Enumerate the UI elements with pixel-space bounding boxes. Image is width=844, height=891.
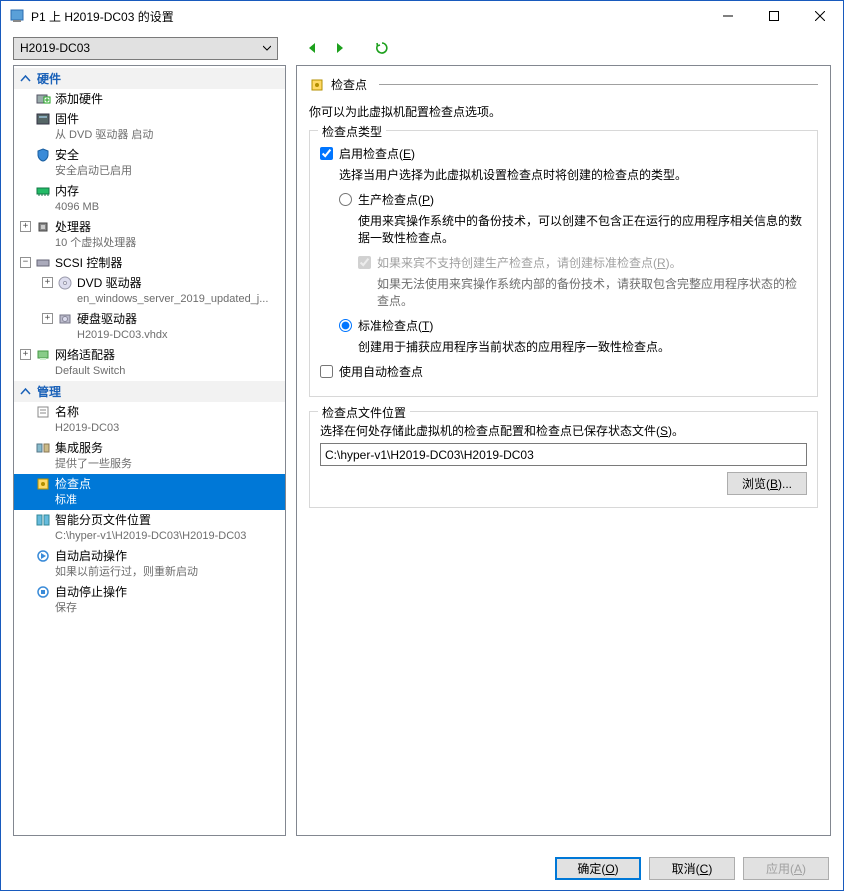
auto-checkpoint-label: 使用自动检查点 <box>339 363 423 380</box>
cancel-button[interactable]: 取消(C) <box>649 857 735 880</box>
standard-checkpoint-radio[interactable] <box>339 319 352 332</box>
expand-toggle[interactable]: + <box>20 349 31 360</box>
checkpoint-icon <box>309 77 325 93</box>
name-icon <box>35 404 51 420</box>
pane-header: 检查点 <box>309 76 818 93</box>
window-title: P1 上 H2019-DC03 的设置 <box>31 8 705 25</box>
chevron-up-icon <box>20 386 31 397</box>
sidebar-header-hardware[interactable]: 硬件 <box>14 68 285 89</box>
cpu-icon <box>35 219 51 235</box>
memory-icon <box>35 183 51 199</box>
standard-checkpoint-label: 标准检查点(T) <box>358 317 433 334</box>
production-desc: 使用来宾操作系统中的备份技术，可以创建不包含正在运行的应用程序相关信息的数据一致… <box>358 212 807 246</box>
expand-toggle[interactable]: + <box>20 221 31 232</box>
sidebar-item-memory[interactable]: 内存4096 MB <box>14 181 285 217</box>
add-hardware-icon <box>35 91 51 107</box>
enable-checkpoints-checkbox[interactable] <box>320 147 333 160</box>
cancel-label: 取消(C) <box>672 860 713 877</box>
expand-toggle[interactable]: + <box>42 277 53 288</box>
chevron-up-icon <box>20 73 31 84</box>
sidebar-item-checkpoints[interactable]: 检查点标准 <box>14 474 285 510</box>
refresh-button[interactable] <box>372 38 392 58</box>
hdd-icon <box>57 311 73 327</box>
vm-selector[interactable]: H2019-DC03 <box>13 37 278 60</box>
auto-checkpoint-row[interactable]: 使用自动检查点 <box>320 363 807 380</box>
expand-toggle[interactable]: − <box>20 257 31 268</box>
chevron-down-icon <box>263 41 271 55</box>
sidebar-item-integration[interactable]: 集成服务提供了一些服务 <box>14 438 285 474</box>
nav-back-button[interactable] <box>302 38 322 58</box>
sidebar-item-security[interactable]: 安全安全启动已启用 <box>14 145 285 181</box>
content-area: 硬件 添加硬件 固件从 DVD 驱动器 启动 安全安全启动已启用 内存4096 … <box>1 65 843 846</box>
fallback-desc: 如果无法使用来宾操作系统内部的备份技术，请获取包含完整应用程序状态的检查点。 <box>377 275 807 309</box>
close-button[interactable] <box>797 1 843 31</box>
checkpoint-location-group: 检查点文件位置 选择在何处存储此虚拟机的检查点配置和检查点已保存状态文件(S)。… <box>309 411 818 508</box>
sidebar-item-dvd[interactable]: + DVD 驱动器en_windows_server_2019_updated_… <box>14 273 285 309</box>
apply-button: 应用(A) <box>743 857 829 880</box>
ok-button[interactable]: 确定(O) <box>555 857 641 880</box>
standard-radio-row[interactable]: 标准检查点(T) <box>339 317 807 334</box>
pane-intro: 你可以为此虚拟机配置检查点选项。 <box>309 103 818 120</box>
ok-label: 确定(O) <box>577 860 618 877</box>
autostart-icon <box>35 548 51 564</box>
paging-icon <box>35 512 51 528</box>
auto-checkpoint-checkbox[interactable] <box>320 365 333 378</box>
nav-forward-button[interactable] <box>330 38 350 58</box>
sidebar-item-firmware[interactable]: 固件从 DVD 驱动器 启动 <box>14 109 285 145</box>
checkpoint-icon <box>35 476 51 492</box>
fallback-checkbox-row: 如果来宾不支持创建生产检查点，请创建标准检查点(R)。 <box>358 254 807 271</box>
pane-title: 检查点 <box>331 76 367 93</box>
fallback-label: 如果来宾不支持创建生产检查点，请创建标准检查点(R)。 <box>377 254 682 271</box>
enable-checkpoints-label: 启用检查点(E) <box>339 145 415 162</box>
group-title: 检查点类型 <box>318 123 386 140</box>
standard-desc: 创建用于捕获应用程序当前状态的应用程序一致性检查点。 <box>358 338 807 355</box>
sidebar-header-management[interactable]: 管理 <box>14 381 285 402</box>
expand-toggle[interactable]: + <box>42 313 53 324</box>
disc-icon <box>57 275 73 291</box>
settings-sidebar[interactable]: 硬件 添加硬件 固件从 DVD 驱动器 启动 安全安全启动已启用 内存4096 … <box>13 65 286 836</box>
production-checkpoint-label: 生产检查点(P) <box>358 191 434 208</box>
title-bar: P1 上 H2019-DC03 的设置 <box>1 1 843 31</box>
enable-checkpoints-row[interactable]: 启用检查点(E) <box>320 145 807 162</box>
location-desc: 选择在何处存储此虚拟机的检查点配置和检查点已保存状态文件(S)。 <box>320 422 807 439</box>
autostop-icon <box>35 584 51 600</box>
sidebar-item-paging[interactable]: 智能分页文件位置C:\hyper-v1\H2019-DC03\H2019-DC0… <box>14 510 285 546</box>
production-checkpoint-radio[interactable] <box>339 193 352 206</box>
sidebar-item-processor[interactable]: + 处理器10 个虚拟处理器 <box>14 217 285 253</box>
shield-icon <box>35 147 51 163</box>
production-radio-row[interactable]: 生产检查点(P) <box>339 191 807 208</box>
toolbar: H2019-DC03 <box>1 31 843 65</box>
dialog-footer: 确定(O) 取消(C) 应用(A) <box>1 846 843 890</box>
integration-icon <box>35 440 51 456</box>
vm-selector-value: H2019-DC03 <box>20 41 90 55</box>
maximize-button[interactable] <box>751 1 797 31</box>
sidebar-item-scsi[interactable]: − SCSI 控制器 <box>14 253 285 273</box>
fallback-checkbox <box>358 256 371 269</box>
sidebar-item-name[interactable]: 名称H2019-DC03 <box>14 402 285 438</box>
group-title: 检查点文件位置 <box>318 404 410 421</box>
sidebar-item-autostop[interactable]: 自动停止操作保存 <box>14 582 285 618</box>
browse-label: 浏览(B)... <box>742 475 792 492</box>
sidebar-item-hdd[interactable]: + 硬盘驱动器H2019-DC03.vhdx <box>14 309 285 345</box>
checkpoint-type-group: 检查点类型 启用检查点(E) 选择当用户选择为此虚拟机设置检查点时将创建的检查点… <box>309 130 818 397</box>
sidebar-item-add-hardware[interactable]: 添加硬件 <box>14 89 285 109</box>
settings-detail-pane: 检查点 你可以为此虚拟机配置检查点选项。 检查点类型 启用检查点(E) 选择当用… <box>296 65 831 836</box>
app-icon <box>9 8 25 24</box>
apply-label: 应用(A) <box>766 860 806 877</box>
divider <box>379 84 818 85</box>
checkpoint-path-input[interactable]: C:\hyper-v1\H2019-DC03\H2019-DC03 <box>320 443 807 466</box>
browse-button[interactable]: 浏览(B)... <box>727 472 807 495</box>
sidebar-item-network[interactable]: + 网络适配器Default Switch <box>14 345 285 381</box>
network-icon <box>35 347 51 363</box>
firmware-icon <box>35 111 51 127</box>
minimize-button[interactable] <box>705 1 751 31</box>
enable-desc: 选择当用户选择为此虚拟机设置检查点时将创建的检查点的类型。 <box>339 166 807 183</box>
sidebar-item-autostart[interactable]: 自动启动操作如果以前运行过，则重新启动 <box>14 546 285 582</box>
scsi-icon <box>35 255 51 271</box>
